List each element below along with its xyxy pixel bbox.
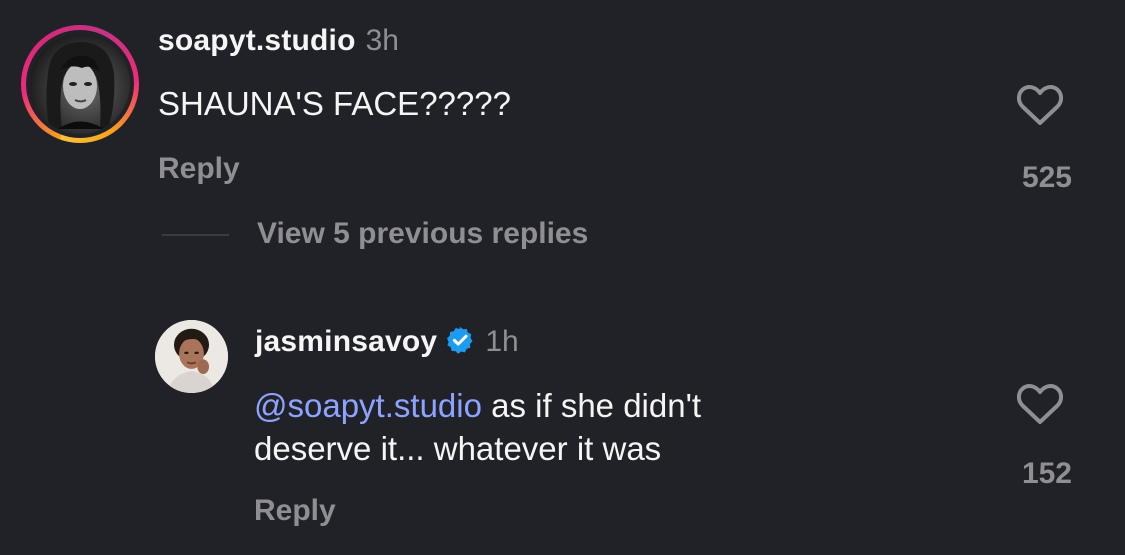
like-button[interactable] [1016, 382, 1064, 431]
heart-outline-icon [1016, 85, 1064, 125]
reply-text-line-2: deserve it... whatever it was [254, 430, 662, 467]
view-previous-replies-button[interactable]: View 5 previous replies [257, 217, 588, 251]
username[interactable]: soapyt.studio [158, 24, 356, 57]
reply-button[interactable]: Reply [158, 152, 240, 186]
username[interactable]: jasminsavoy [255, 325, 437, 358]
comment-header: soapyt.studio 3h [158, 24, 399, 58]
avatar-illustration [155, 320, 228, 393]
avatar-story-ring[interactable] [21, 25, 139, 143]
avatar [30, 34, 130, 134]
timestamp: 3h [365, 24, 399, 57]
reply-header: jasminsavoy 1h [255, 325, 519, 359]
like-button[interactable] [1016, 83, 1064, 132]
reply-text-part: as if she didn't [481, 387, 702, 424]
mention-link[interactable]: @soapyt.studio [254, 387, 482, 424]
avatar[interactable] [155, 320, 228, 393]
comments-thread: soapyt.studio 3h SHAUNA'S FACE????? Reply… [0, 0, 1125, 555]
like-count: 152 [1021, 457, 1072, 490]
reply-text-line-1: @soapyt.studio as if she didn't [254, 384, 701, 427]
heart-outline-icon [1016, 384, 1064, 424]
reply-text: @soapyt.studio as if she didn't deserve … [254, 384, 701, 470]
avatar-illustration [46, 42, 115, 129]
verified-badge-icon [447, 326, 473, 354]
comment-text: SHAUNA'S FACE????? [158, 85, 511, 122]
reply-button[interactable]: Reply [254, 494, 336, 528]
timestamp: 1h [485, 325, 519, 358]
like-count: 525 [1021, 161, 1072, 194]
divider-line [162, 234, 229, 236]
